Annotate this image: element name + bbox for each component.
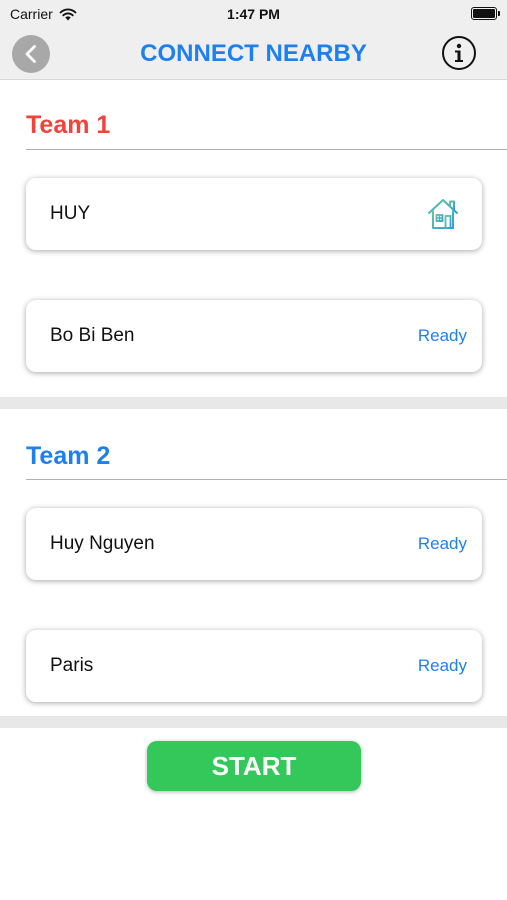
team-1-section: Team 1 HUY Bo Bi Ben Ready bbox=[0, 81, 507, 397]
team-2-section: Team 2 Huy Nguyen Ready Paris Ready bbox=[0, 409, 507, 716]
home-icon bbox=[428, 199, 458, 229]
status-time: 1:47 PM bbox=[227, 6, 280, 22]
player-card[interactable]: HUY bbox=[26, 178, 482, 250]
section-separator bbox=[0, 397, 507, 409]
player-name: Paris bbox=[50, 655, 94, 676]
player-card[interactable]: Paris Ready bbox=[26, 630, 482, 702]
player-name: HUY bbox=[50, 203, 91, 224]
section-separator bbox=[0, 716, 507, 728]
battery-icon bbox=[471, 7, 500, 20]
team-1-title: Team 1 bbox=[26, 111, 111, 139]
player-name: Bo Bi Ben bbox=[50, 325, 135, 346]
start-button[interactable]: START bbox=[147, 741, 361, 791]
info-button[interactable] bbox=[442, 36, 476, 70]
team-2-divider bbox=[26, 479, 507, 480]
player-name: Huy Nguyen bbox=[50, 533, 155, 554]
team-2-title: Team 2 bbox=[26, 442, 111, 470]
status-bar: Carrier 1:47 PM bbox=[0, 0, 507, 28]
page-title: CONNECT NEARBY bbox=[140, 40, 367, 67]
ready-status: Ready bbox=[417, 326, 467, 345]
player-card[interactable]: Bo Bi Ben Ready bbox=[26, 300, 482, 372]
info-icon bbox=[455, 43, 463, 62]
nav-bar: CONNECT NEARBY bbox=[0, 28, 507, 80]
ready-status: Ready bbox=[417, 656, 467, 675]
team-1-divider bbox=[26, 149, 507, 150]
ready-status: Ready bbox=[417, 534, 467, 553]
player-card[interactable]: Huy Nguyen Ready bbox=[26, 508, 482, 580]
